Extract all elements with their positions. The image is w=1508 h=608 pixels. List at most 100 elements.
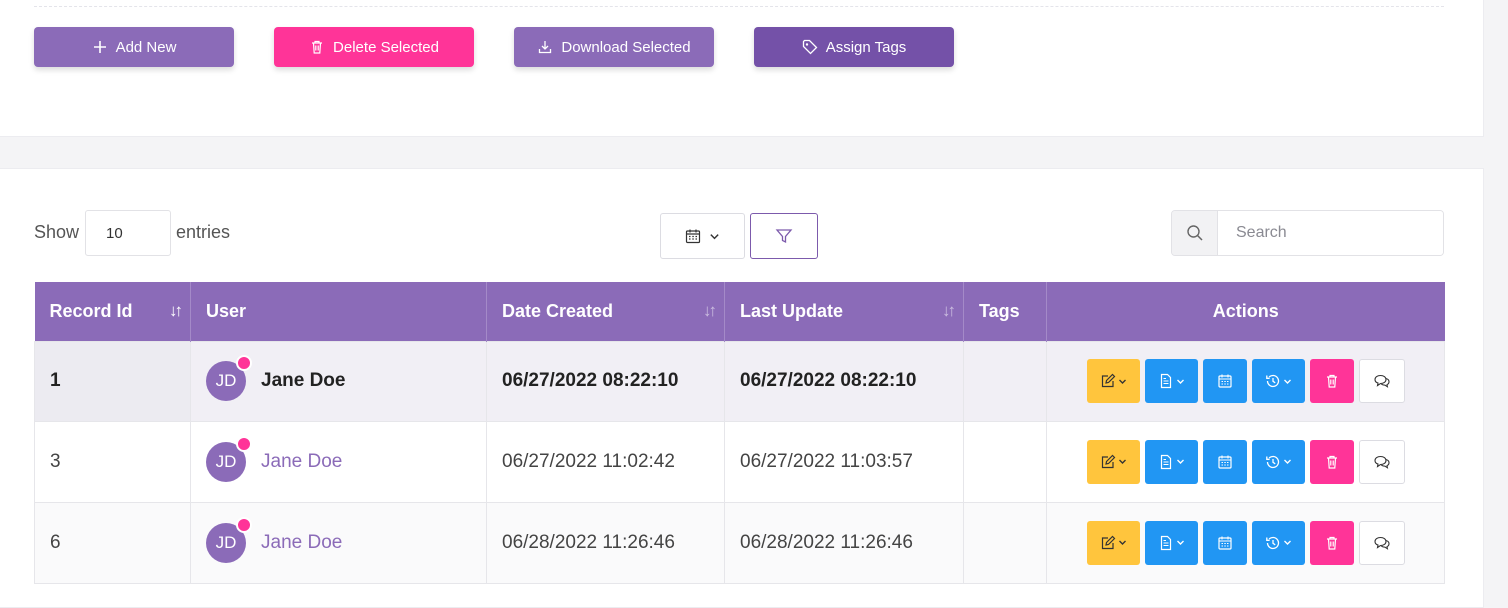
header-actions: Actions	[1046, 282, 1445, 341]
document-icon	[1160, 454, 1171, 469]
chevron-down-icon	[710, 233, 719, 239]
download-selected-label: Download Selected	[561, 38, 691, 56]
toolbar-card	[0, 0, 1484, 137]
cell-record-id: 3	[34, 420, 191, 503]
delete-selected-button[interactable]: Delete Selected	[274, 27, 474, 67]
calendar-icon	[685, 229, 701, 244]
table-row[interactable]: 1 JD Jane Doe 06/27/2022 08:22:10 06/27/…	[34, 340, 1445, 422]
record-id: 3	[50, 450, 61, 472]
history-icon	[1265, 374, 1279, 388]
cell-last-update: 06/27/2022 11:03:57	[724, 420, 964, 503]
sort-icon: ↓↑	[942, 301, 956, 321]
table-row[interactable]: 3 JD Jane Doe 06/27/2022 11:02:42 06/27/…	[34, 420, 1445, 503]
cell-record-id: 6	[34, 501, 191, 584]
history-button[interactable]	[1251, 520, 1305, 565]
cell-record-id: 1	[34, 340, 191, 422]
cell-actions	[1046, 340, 1445, 422]
download-selected-button[interactable]: Download Selected	[514, 27, 714, 67]
trash-icon	[312, 40, 323, 54]
history-button[interactable]	[1251, 439, 1305, 484]
avatar[interactable]: JD	[206, 516, 252, 563]
cell-tags	[963, 420, 1047, 503]
document-button[interactable]	[1144, 359, 1198, 403]
cell-actions	[1046, 501, 1445, 584]
cell-user: JD Jane Doe	[190, 420, 487, 503]
entries-select[interactable]: 10	[85, 210, 171, 256]
filter-icon	[775, 229, 793, 244]
user-name-link[interactable]: Jane Doe	[261, 370, 345, 392]
document-button[interactable]	[1144, 439, 1198, 484]
add-new-button[interactable]: Add New	[34, 27, 234, 67]
header-user: User	[190, 282, 487, 341]
download-icon	[539, 41, 552, 54]
search-icon	[1172, 211, 1218, 255]
edit-button[interactable]	[1086, 359, 1140, 403]
records-table: Record Id ↓↑ User Date Created ↓↑ Last Upd…	[34, 282, 1445, 584]
document-icon	[1160, 535, 1171, 550]
comments-icon	[1373, 455, 1390, 469]
delete-button[interactable]	[1309, 359, 1354, 403]
delete-button[interactable]	[1309, 520, 1354, 565]
avatar[interactable]: JD	[206, 355, 252, 401]
header-last-update[interactable]: Last Update ↓↑	[724, 282, 964, 341]
calendar-icon	[1217, 536, 1232, 550]
cell-tags	[963, 340, 1047, 422]
delete-button[interactable]	[1309, 439, 1354, 484]
search-input[interactable]	[1218, 211, 1443, 255]
header-record-id[interactable]: Record Id ↓↑	[34, 282, 191, 341]
date-range-button[interactable]	[660, 213, 745, 259]
cell-last-update: 06/28/2022 11:26:46	[724, 501, 964, 584]
document-icon	[1160, 373, 1171, 389]
sort-icon: ↓↑	[703, 301, 717, 321]
edit-button[interactable]	[1086, 520, 1140, 565]
tag-icon	[802, 39, 818, 55]
delete-selected-label: Delete Selected	[333, 38, 439, 56]
calendar-icon	[1217, 374, 1232, 388]
edit-icon	[1101, 373, 1115, 388]
header-date-created[interactable]: Date Created ↓↑	[486, 282, 725, 341]
user-name-link[interactable]: Jane Doe	[261, 451, 342, 473]
chevron-down-icon	[1118, 540, 1126, 545]
calendar-button[interactable]	[1202, 520, 1247, 565]
record-id: 6	[50, 531, 61, 553]
chevron-down-icon	[1176, 459, 1184, 464]
history-icon	[1265, 536, 1279, 549]
user-name-link[interactable]: Jane Doe	[261, 532, 342, 554]
cell-user: JD Jane Doe	[190, 501, 487, 584]
comments-button[interactable]	[1358, 439, 1405, 484]
comments-button[interactable]	[1358, 359, 1405, 403]
table-row[interactable]: 6 JD Jane Doe 06/28/2022 11:26:46 06/28/…	[34, 501, 1445, 584]
sort-icon: ↓↑	[169, 301, 183, 321]
trash-icon	[1326, 536, 1337, 550]
divider	[34, 6, 1444, 7]
history-button[interactable]	[1251, 359, 1305, 403]
comments-icon	[1373, 374, 1390, 388]
plus-icon	[93, 41, 106, 53]
cell-actions	[1046, 420, 1445, 503]
avatar[interactable]: JD	[206, 435, 252, 482]
status-dot	[236, 435, 252, 452]
chevron-down-icon	[1283, 459, 1291, 464]
calendar-button[interactable]	[1202, 439, 1247, 484]
chevron-down-icon	[1283, 379, 1291, 384]
edit-icon	[1101, 535, 1115, 549]
cell-user: JD Jane Doe	[190, 340, 487, 422]
search-box	[1171, 210, 1444, 256]
show-label: Show	[34, 222, 80, 242]
calendar-icon	[1217, 455, 1232, 469]
add-new-label: Add New	[115, 38, 177, 56]
calendar-button[interactable]	[1202, 359, 1247, 403]
comments-button[interactable]	[1358, 520, 1405, 565]
chevron-down-icon	[1176, 379, 1184, 384]
assign-tags-button[interactable]: Assign Tags	[754, 27, 954, 67]
trash-icon	[1326, 374, 1337, 388]
comments-icon	[1373, 536, 1390, 550]
document-button[interactable]	[1144, 520, 1198, 565]
assign-tags-label: Assign Tags	[825, 38, 907, 56]
cell-date-created: 06/28/2022 11:26:46	[486, 501, 725, 584]
header-tags: Tags	[963, 282, 1047, 341]
cell-tags	[963, 501, 1047, 584]
filter-button[interactable]	[750, 213, 818, 259]
edit-button[interactable]	[1086, 439, 1140, 484]
trash-icon	[1326, 455, 1337, 469]
